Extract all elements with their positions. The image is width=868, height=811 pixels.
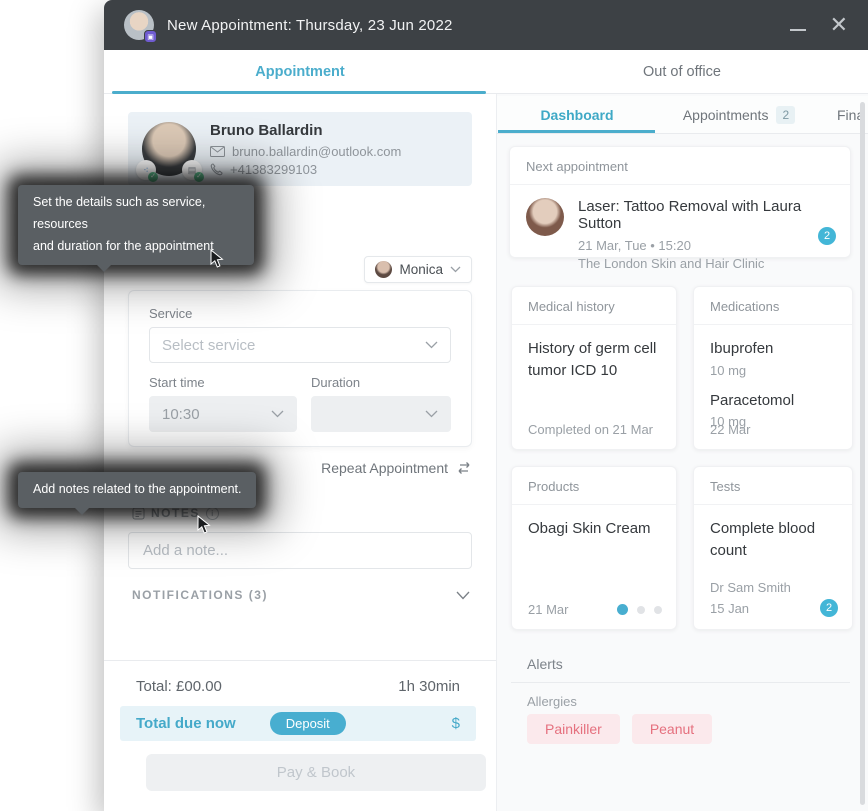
currency-symbol: $	[452, 715, 460, 732]
total-amount: Total: £00.00	[136, 678, 222, 695]
cursor-pointer	[197, 515, 213, 535]
allergies-label: Allergies	[527, 694, 577, 709]
carousel-dot[interactable]	[637, 606, 645, 614]
client-card: ⁖ ▤ Bruno Ballardin bruno.ballardin@outl…	[128, 112, 472, 186]
repeat-appointment-button[interactable]: Repeat Appointment	[321, 460, 472, 476]
carousel-dot[interactable]	[654, 606, 662, 614]
modal-title: New Appointment: Thursday, 23 Jun 2022	[167, 17, 453, 34]
medical-history-footer: Completed on 21 Mar	[528, 422, 653, 437]
total-due-row: Total due now Deposit $	[120, 706, 476, 741]
chevron-down-icon	[425, 410, 438, 418]
next-appointment-title: Laser: Tattoo Removal with Laura Sutton	[578, 198, 834, 232]
tests-count-badge: 2	[820, 599, 838, 617]
tests-card[interactable]: Tests Complete blood count Dr Sam Smith …	[693, 466, 853, 630]
deposit-button[interactable]: Deposit	[270, 712, 346, 735]
notes-tooltip: Add notes related to the appointment.	[18, 472, 256, 508]
practitioner-avatar	[526, 198, 564, 236]
phone-icon	[210, 163, 223, 176]
footer-divider	[104, 660, 496, 661]
start-time-select[interactable]: 10:30	[149, 396, 297, 432]
allergy-tag[interactable]: Painkiller	[527, 714, 620, 744]
staff-name: Monica	[399, 262, 443, 277]
next-appointment-location: The London Skin and Hair Clinic	[578, 256, 834, 271]
client-name: Bruno Ballardin	[210, 122, 401, 139]
cursor-pointer	[210, 249, 226, 269]
vertical-scrollbar[interactable]	[860, 102, 865, 805]
carousel-dot-active[interactable]	[617, 604, 628, 615]
modal-tabs: Appointment Out of office	[104, 50, 868, 94]
medication-dose: 10 mg	[710, 362, 836, 381]
client-badge-card-icon: ▤	[182, 160, 202, 180]
new-appointment-modal: ▣ New Appointment: Thursday, 23 Jun 2022…	[104, 0, 868, 811]
client-phone: +41383299103	[230, 162, 317, 177]
medications-card[interactable]: Medications Ibuprofen 10 mg Paracetomol …	[693, 286, 853, 450]
chevron-down-icon	[425, 341, 438, 349]
note-input[interactable]	[128, 532, 472, 569]
service-select[interactable]: Select service	[149, 327, 451, 363]
service-label: Service	[149, 306, 451, 321]
chevron-down-icon	[271, 410, 284, 418]
appointments-count-badge: 2	[776, 106, 795, 124]
allergy-tag[interactable]: Peanut	[632, 714, 712, 744]
medical-history-card[interactable]: Medical history History of germ cell tum…	[511, 286, 677, 450]
next-appointment-card[interactable]: Next appointment Laser: Tattoo Removal w…	[509, 146, 851, 258]
pay-and-book-button[interactable]: Pay & Book	[146, 754, 486, 791]
products-footer: 21 Mar	[528, 602, 568, 617]
medications-footer: 22 Mar	[710, 422, 750, 437]
next-appointment-header: Next appointment	[510, 147, 850, 185]
service-form-card: Service Select service Start time 10:30	[128, 290, 472, 447]
duration-select[interactable]	[311, 396, 451, 432]
titlebar-avatar: ▣	[124, 10, 154, 40]
carousel-dots[interactable]	[617, 604, 662, 615]
tab-appointments[interactable]: Appointments 2	[657, 96, 821, 133]
total-duration: 1h 30min	[398, 678, 460, 695]
products-card[interactable]: Products Obagi Skin Cream 21 Mar	[511, 466, 677, 630]
tests-body: Complete blood count	[694, 505, 852, 575]
allergy-tags: Painkiller Peanut	[527, 714, 712, 744]
medical-history-body: History of germ cell tumor ICD 10	[512, 325, 676, 395]
duration-label: Duration	[311, 375, 451, 390]
repeat-icon	[456, 461, 472, 475]
next-appointment-datetime: 21 Mar, Tue • 15:20	[578, 238, 834, 253]
products-body: Obagi Skin Cream	[512, 505, 676, 553]
minimize-icon[interactable]	[790, 29, 806, 31]
app-badge-icon: ▣	[144, 30, 157, 43]
chevron-down-icon	[456, 591, 470, 600]
close-icon[interactable]: ✕	[830, 14, 848, 36]
next-appointment-count-badge: 2	[818, 227, 836, 245]
medication-name: Ibuprofen	[710, 338, 836, 360]
client-dashboard-panel: Dashboard Appointments 2 Fina Next appoi…	[496, 94, 868, 811]
notifications-toggle[interactable]: NOTIFICATIONS (3)	[132, 588, 470, 602]
tab-dashboard[interactable]: Dashboard	[497, 96, 657, 133]
client-badge-water-icon: ⁖	[136, 160, 156, 180]
client-email: bruno.ballardin@outlook.com	[232, 144, 401, 159]
chevron-down-icon	[450, 266, 461, 273]
start-time-label: Start time	[149, 375, 297, 390]
total-row: Total: £00.00 1h 30min	[136, 678, 460, 695]
tab-out-of-office[interactable]: Out of office	[496, 50, 868, 93]
screen: ▣ New Appointment: Thursday, 23 Jun 2022…	[0, 0, 868, 811]
email-icon	[210, 146, 225, 157]
alerts-header: Alerts	[527, 656, 563, 672]
staff-avatar	[375, 261, 392, 278]
medication-name: Paracetomol	[710, 390, 836, 412]
modal-titlebar: ▣ New Appointment: Thursday, 23 Jun 2022…	[104, 0, 868, 50]
total-due-label: Total due now	[136, 715, 236, 732]
tests-doctor: Dr Sam Smith	[710, 580, 791, 595]
client-avatar: ⁖ ▤	[142, 122, 196, 176]
dashboard-tabs: Dashboard Appointments 2 Fina	[497, 96, 868, 134]
tab-appointment[interactable]: Appointment	[104, 50, 496, 93]
staff-select[interactable]: Monica	[364, 256, 472, 283]
alerts-divider	[511, 682, 850, 683]
tests-footer: 15 Jan	[710, 601, 749, 616]
note-icon	[132, 507, 145, 520]
